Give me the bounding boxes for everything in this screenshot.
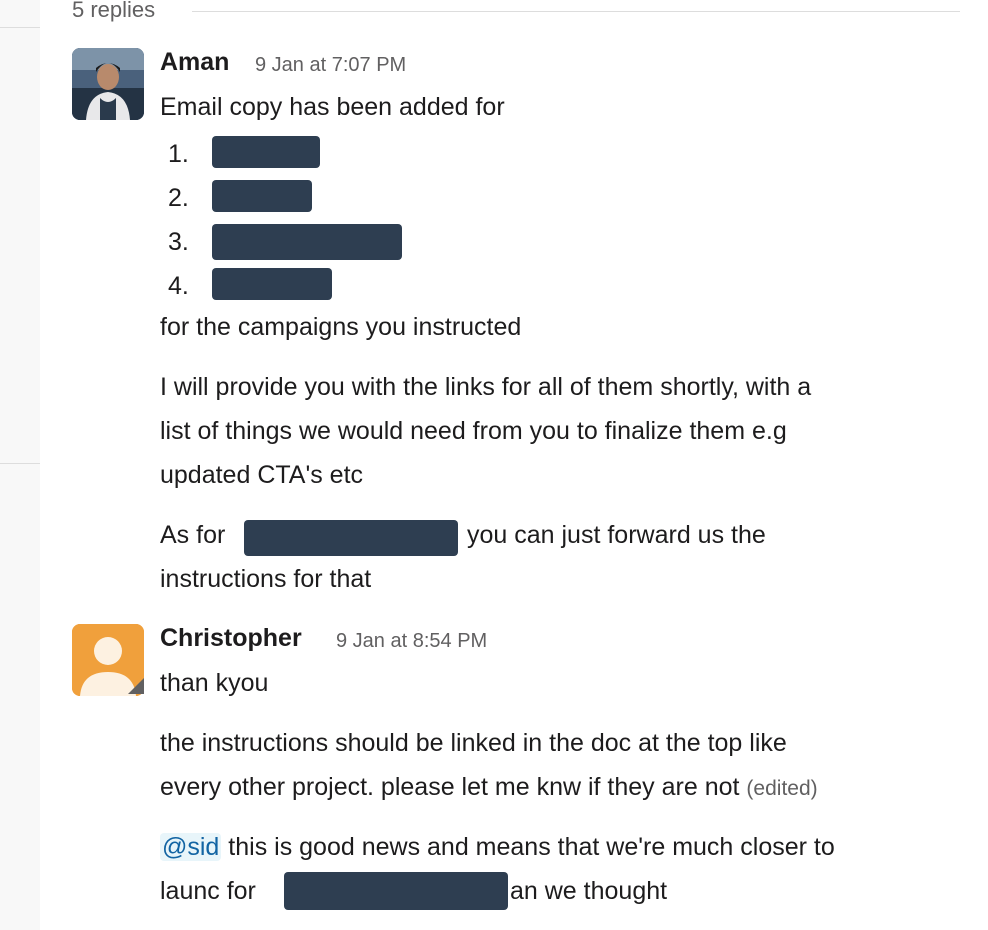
redacted-text xyxy=(212,180,312,212)
message-text: the instructions should be linked in the… xyxy=(160,729,787,757)
message-text: than kyou xyxy=(160,669,269,697)
gutter-divider xyxy=(0,463,40,464)
message-text-segment: this is good news and means that we're m… xyxy=(228,833,835,861)
list-number: 4. xyxy=(168,272,189,300)
redacted-text xyxy=(212,268,332,300)
message-text: for the campaigns you instructed xyxy=(160,313,522,341)
message-text: As for xyxy=(160,521,226,549)
avatar[interactable] xyxy=(72,48,144,120)
avatar-photo-icon xyxy=(72,48,144,120)
replies-divider: 5 replies xyxy=(72,0,962,24)
message-text: an we thought xyxy=(510,877,668,905)
redacted-text xyxy=(212,136,320,168)
redacted-text xyxy=(212,224,402,260)
message-text: updated CTA's etc xyxy=(160,461,364,489)
user-mention[interactable]: @sid xyxy=(160,833,222,861)
replies-divider-line xyxy=(192,11,960,12)
gutter-divider xyxy=(0,27,40,28)
message-text: Email copy has been added for xyxy=(160,93,505,121)
list-number: 3. xyxy=(168,228,189,256)
message-timestamp[interactable]: 9 Jan at 8:54 PM xyxy=(336,630,487,653)
message-timestamp[interactable]: 9 Jan at 7:07 PM xyxy=(255,54,406,77)
list-number: 1. xyxy=(168,140,189,168)
presence-corner-icon xyxy=(128,678,144,694)
message-text: list of things we would need from you to… xyxy=(160,417,787,445)
message-text: instructions for that xyxy=(160,565,372,593)
message-text: every other project. please let me knw i… xyxy=(160,765,818,811)
redacted-text xyxy=(244,520,458,556)
message-text: you can just forward us the xyxy=(467,521,766,549)
left-gutter xyxy=(0,0,40,930)
edited-label: (edited) xyxy=(746,777,818,800)
message-text-segment: every other project. please let me knw i… xyxy=(160,773,740,801)
list-number: 2. xyxy=(168,184,189,212)
replies-count: 5 replies xyxy=(72,0,156,22)
message-text: launc for xyxy=(160,877,256,905)
sender-name[interactable]: Aman xyxy=(160,48,229,77)
message-text: @sid this is good news and means that we… xyxy=(160,825,835,869)
redacted-text xyxy=(284,872,508,910)
message-text: I will provide you with the links for al… xyxy=(160,373,812,401)
sender-name[interactable]: Christopher xyxy=(160,624,302,653)
